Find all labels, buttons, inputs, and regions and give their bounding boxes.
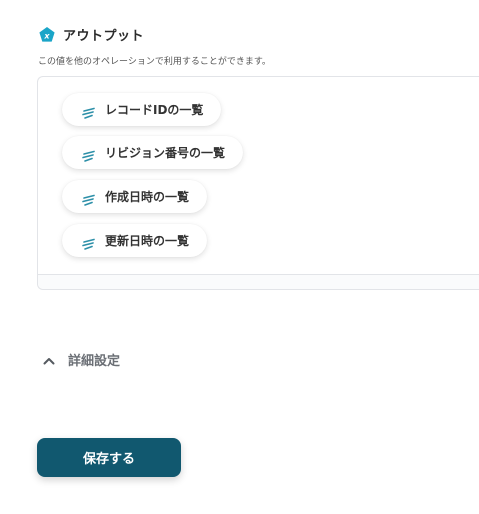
output-chip-updated-at[interactable]: 更新日時の一覧 [62, 224, 208, 257]
page: x アウトプット この値を他のオペレーションで利用することができます。 レコード… [0, 0, 479, 514]
advanced-settings-toggle[interactable]: 詳細設定 [42, 350, 120, 369]
feather-lines-icon [82, 104, 96, 119]
save-button[interactable]: 保存する [37, 438, 181, 477]
x-pentagon-icon: x [38, 26, 56, 44]
output-section-description: この値を他のオペレーションで利用することができます。 [38, 57, 271, 67]
output-chip-label: リビジョン番号の一覧 [105, 146, 226, 160]
output-chip-label: 作成日時の一覧 [105, 190, 190, 204]
output-chip-label: 更新日時の一覧 [105, 234, 190, 248]
advanced-settings-label: 詳細設定 [68, 354, 121, 369]
output-chip-revision[interactable]: リビジョン番号の一覧 [62, 136, 244, 169]
output-section-title: アウトプット [63, 29, 145, 44]
output-chip-label: レコードIDの一覧 [105, 103, 204, 117]
output-chip-record-id[interactable]: レコードIDの一覧 [62, 93, 222, 126]
svg-text:x: x [43, 31, 50, 40]
output-box-footer [38, 274, 479, 289]
output-list-box: レコードIDの一覧 リビジョン番号の一覧 作成日時の一覧 更新日時の一覧 [37, 76, 479, 290]
feather-lines-icon [82, 147, 96, 162]
feather-lines-icon [82, 235, 96, 250]
chevron-up-icon [42, 353, 56, 367]
feather-lines-icon [82, 191, 96, 206]
output-chip-created-at[interactable]: 作成日時の一覧 [62, 180, 208, 213]
output-section-header: x アウトプット [38, 25, 144, 44]
